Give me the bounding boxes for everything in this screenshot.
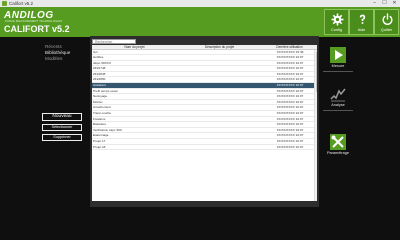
table-body: Sol XX/XX/XXXX 15:48 lentilles XX/XX/XXXX 1… — [92, 50, 317, 151]
project-table: Nom du projet Description du projet Dern… — [92, 45, 317, 201]
cell-last-used: XX/XX/XXXX 16:07 — [276, 139, 304, 143]
cell-last-used: XX/XX/XXXX 16:07 — [276, 77, 304, 82]
cell-project-description — [177, 145, 262, 150]
title-bar: Califort v5.2 – ☐ ✕ — [0, 0, 400, 7]
cell-project-name: Fixations — [93, 116, 106, 121]
sidebar-item-models[interactable]: Modèles — [45, 56, 90, 62]
cell-last-used: XX/XX/XXXX 16:07 — [276, 116, 304, 121]
analysis-button[interactable] — [330, 86, 346, 102]
analysis-label: Analyse — [331, 103, 345, 107]
help-icon — [359, 14, 366, 24]
cell-project-name: Nettoyage — [93, 94, 108, 99]
select-button[interactable]: Sélectionner — [42, 124, 82, 131]
scrollbar-thumb[interactable] — [315, 51, 317, 92]
cell-project-description — [177, 61, 262, 66]
cell-project-name: Projet 17 — [93, 139, 106, 143]
brand-tagline: FORCE MEASUREMENT TECHNOLOGIES — [5, 20, 63, 23]
cell-project-name: lentilles — [93, 55, 104, 60]
cell-last-used: XX/XX/XXXX 16:07 — [276, 133, 304, 138]
cell-last-used: XX/XX/XXXX 16:07 — [276, 55, 304, 60]
cell-project-description — [177, 122, 262, 127]
settings-button[interactable] — [330, 134, 346, 150]
close-window-button[interactable]: ✕ — [390, 0, 399, 7]
window-title: Califort v5.2 — [9, 1, 34, 6]
cell-project-description — [177, 50, 262, 55]
new-button[interactable]: Nouveau — [42, 113, 82, 121]
quit-label: Quitter — [380, 28, 393, 32]
divider — [323, 110, 353, 111]
cell-last-used: XX/XX/XXXX 16:07 — [276, 105, 304, 110]
cell-project-name: Bastidore — [93, 122, 107, 127]
measure-label: Mesure — [331, 64, 345, 68]
chart-icon — [330, 88, 346, 102]
table-scrollbar[interactable] — [314, 49, 317, 201]
cell-last-used: XX/XX/XXXX 16:07 — [276, 88, 304, 93]
gear-icon — [331, 13, 344, 26]
cell-project-name: dispo 58XXX — [93, 60, 111, 65]
cell-project-name: Etalonnage — [93, 133, 109, 138]
cell-project-name: ZF22848 — [93, 71, 106, 76]
cell-last-used: XX/XX/XXXX 16:07 — [276, 83, 304, 88]
product-title: CALIFORT v5.2 — [4, 24, 70, 34]
power-icon — [382, 13, 393, 25]
cell-last-used: XX/XX/XXXX 15:48 — [276, 49, 304, 54]
cell-project-name: Arrachement — [93, 105, 111, 110]
settings-label: Paramétrage — [327, 151, 349, 155]
cell-project-name: Projet 18 — [93, 144, 106, 149]
cell-last-used: XX/XX/XXXX 16:07 — [276, 94, 304, 99]
measure-button[interactable] — [330, 47, 346, 63]
play-icon — [330, 47, 346, 63]
help-button[interactable]: Aide — [349, 9, 374, 35]
app-icon — [2, 1, 7, 6]
cell-project-description — [177, 55, 262, 60]
cell-project-name: Assistant — [93, 83, 106, 88]
cell-last-used: XX/XX/XXXX 16:07 — [276, 122, 304, 127]
cell-project-name: Verification capt. 500 — [93, 127, 122, 132]
app-window: Califort v5.2 – ☐ ✕ ANDILOG FORCE MEASUR… — [0, 0, 400, 215]
column-header-last-used[interactable]: Dernière utilisation — [262, 45, 317, 48]
cell-project-description — [177, 105, 262, 110]
cell-project-description — [177, 111, 262, 116]
search-input[interactable] — [92, 39, 136, 44]
cell-project-name: ZF22748 — [93, 66, 106, 71]
cell-project-name: Profil temps essai — [93, 88, 118, 93]
minimize-button[interactable]: – — [370, 0, 379, 7]
column-header-name[interactable]: Nom du projet — [92, 45, 177, 48]
config-button[interactable]: Config — [324, 9, 349, 35]
cell-project-name: Tracé courbe — [93, 111, 112, 116]
cell-last-used: XX/XX/XXXX 16:07 — [276, 99, 304, 104]
cell-project-description — [177, 72, 262, 77]
cell-project-name: ZF22850 — [93, 77, 106, 82]
cell-project-description — [177, 100, 262, 105]
sidebar: Récents Bibliothèque Modèles — [45, 44, 90, 63]
cell-project-name: Mortier — [93, 99, 103, 104]
cell-project-description — [177, 117, 262, 122]
cell-project-description — [177, 128, 262, 133]
cell-last-used: XX/XX/XXXX 16:07 — [276, 60, 304, 65]
help-label: Aide — [357, 28, 366, 32]
cell-last-used: XX/XX/XXXX 16:07 — [276, 71, 304, 76]
cell-project-description — [177, 133, 262, 138]
table-row[interactable]: Projet 18 XX/XX/XXXX 16:07 — [92, 145, 317, 151]
column-header-description[interactable]: Description du projet — [177, 45, 262, 48]
app-header: ANDILOG FORCE MEASUREMENT TECHNOLOGIES C… — [0, 7, 400, 37]
maximize-button[interactable]: ☐ — [380, 0, 389, 7]
cell-project-description — [177, 83, 262, 88]
cell-project-description — [177, 94, 262, 99]
project-panel: Nom du projet Description du projet Dern… — [90, 36, 319, 207]
cell-project-description — [177, 139, 262, 144]
cell-project-name: Sol — [93, 49, 98, 54]
cell-project-description — [177, 89, 262, 94]
config-label: Config — [331, 28, 342, 32]
cell-project-description — [177, 77, 262, 82]
tools-icon — [330, 134, 346, 150]
cell-last-used: XX/XX/XXXX 16:07 — [276, 111, 304, 116]
delete-button[interactable]: Supprimer — [42, 134, 82, 141]
divider — [323, 71, 353, 72]
cell-last-used: XX/XX/XXXX 16:07 — [276, 127, 304, 132]
cell-last-used: XX/XX/XXXX 16:07 — [276, 66, 304, 71]
cell-last-used: XX/XX/XXXX 16:07 — [276, 144, 304, 149]
cell-project-description — [177, 66, 262, 71]
quit-button[interactable]: Quitter — [374, 9, 399, 35]
